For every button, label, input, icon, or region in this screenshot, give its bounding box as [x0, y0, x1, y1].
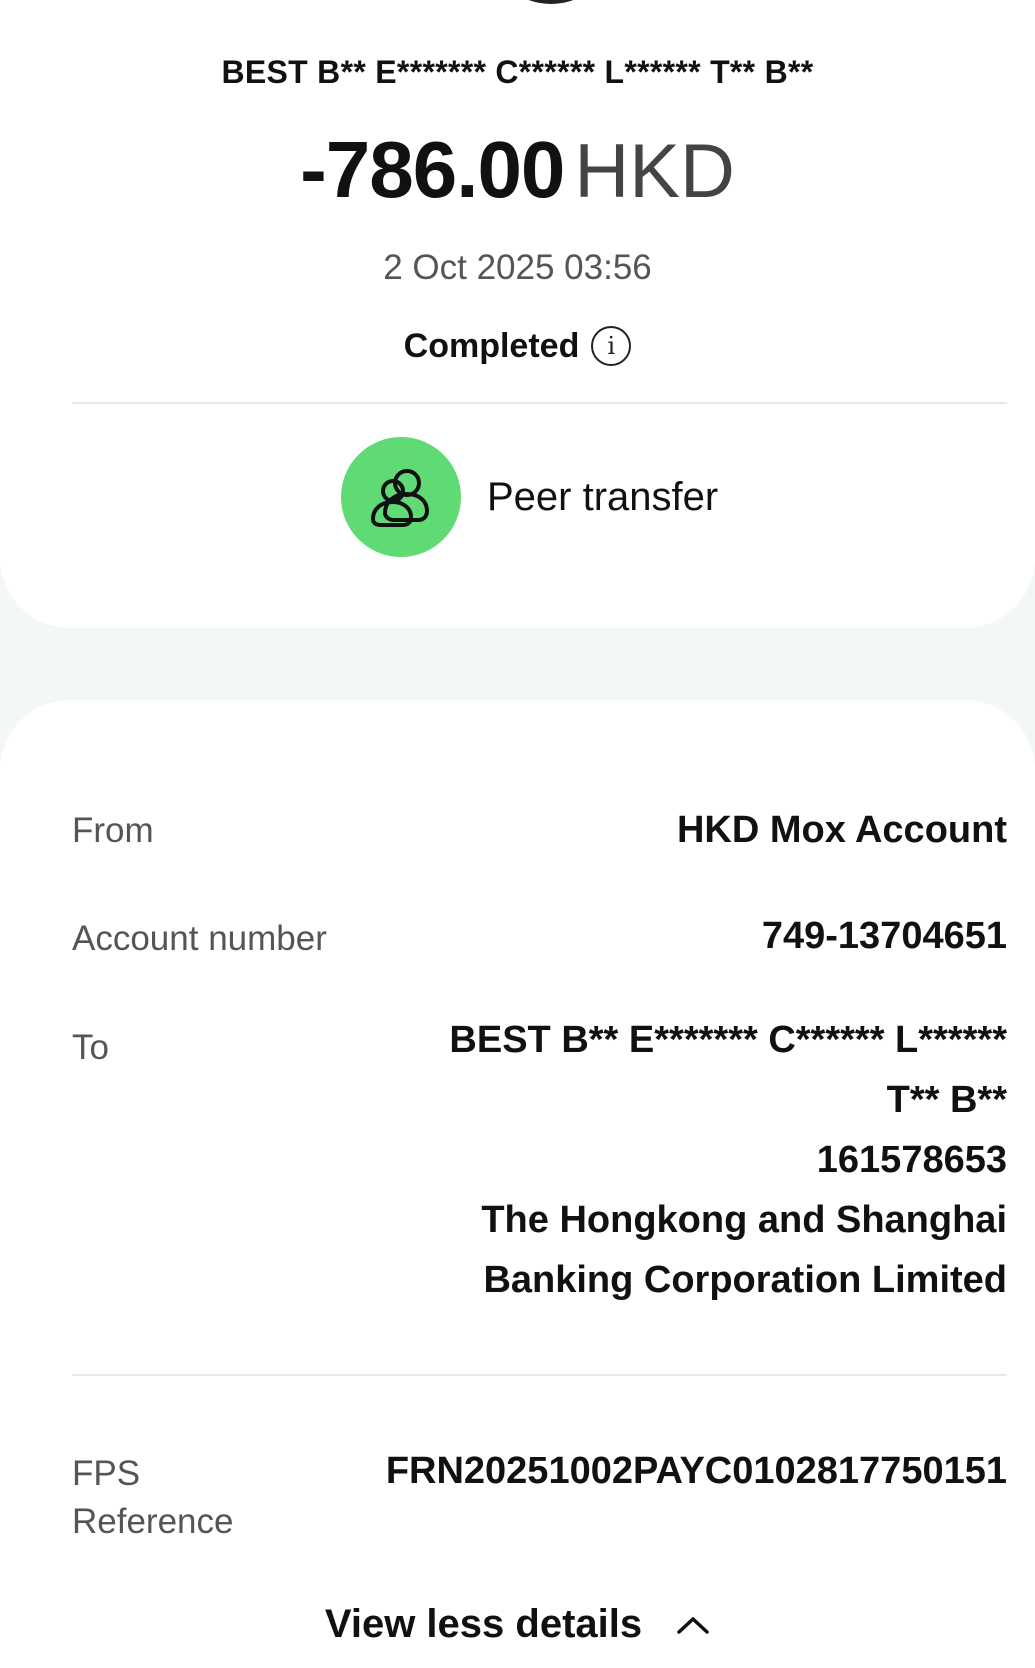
transaction-summary-card: BEST B** E******* C****** L****** T** B*…	[0, 0, 1035, 628]
category-row: Peer transfer	[341, 437, 718, 557]
divider	[72, 1374, 1007, 1376]
status-text: Completed	[403, 326, 580, 365]
peer-transfer-icon	[371, 469, 429, 527]
fps-label-line: Reference	[72, 1502, 234, 1541]
from-value: HKD Mox Account	[676, 809, 1007, 851]
account-number-value: 749-13704651	[761, 915, 1007, 957]
to-line: The Hongkong and Shanghai	[481, 1199, 1007, 1241]
to-line: T** B**	[886, 1079, 1007, 1121]
chevron-up-icon	[677, 1616, 709, 1634]
from-label: From	[72, 811, 154, 850]
account-number-label: Account number	[72, 919, 327, 958]
to-line: Banking Corporation Limited	[483, 1259, 1007, 1301]
status-row: Completed i	[0, 326, 1035, 366]
counterparty-name: BEST B** E******* C****** L****** T** B*…	[221, 54, 814, 90]
transaction-datetime: 2 Oct 2025 03:56	[383, 248, 652, 287]
view-less-details-button[interactable]: View less details	[0, 1602, 1035, 1647]
amount-currency: HKD	[574, 129, 735, 214]
transaction-detail-screen: BEST B** E******* C****** L****** T** B*…	[0, 0, 1035, 1668]
amount-value: -786.00	[300, 125, 565, 214]
divider	[72, 402, 1007, 404]
fps-label-line: FPS	[72, 1454, 141, 1493]
to-line: BEST B** E******* C****** L******	[449, 1019, 1007, 1061]
category-label: Peer transfer	[487, 474, 719, 519]
view-less-label: View less details	[324, 1602, 643, 1646]
to-label: To	[72, 1028, 109, 1067]
category-badge	[341, 437, 461, 557]
info-icon[interactable]: i	[591, 326, 632, 366]
to-line: 161578653	[816, 1139, 1007, 1181]
fps-reference-value: FRN20251002PAYC0102817750151	[385, 1450, 1007, 1492]
transaction-amount: -786.00 HKD	[0, 128, 1035, 235]
fps-reference-label: FPS Reference	[72, 1450, 233, 1546]
to-value: BEST B** E******* C****** L****** T** B*…	[307, 1010, 1007, 1310]
avatar	[486, 0, 616, 4]
